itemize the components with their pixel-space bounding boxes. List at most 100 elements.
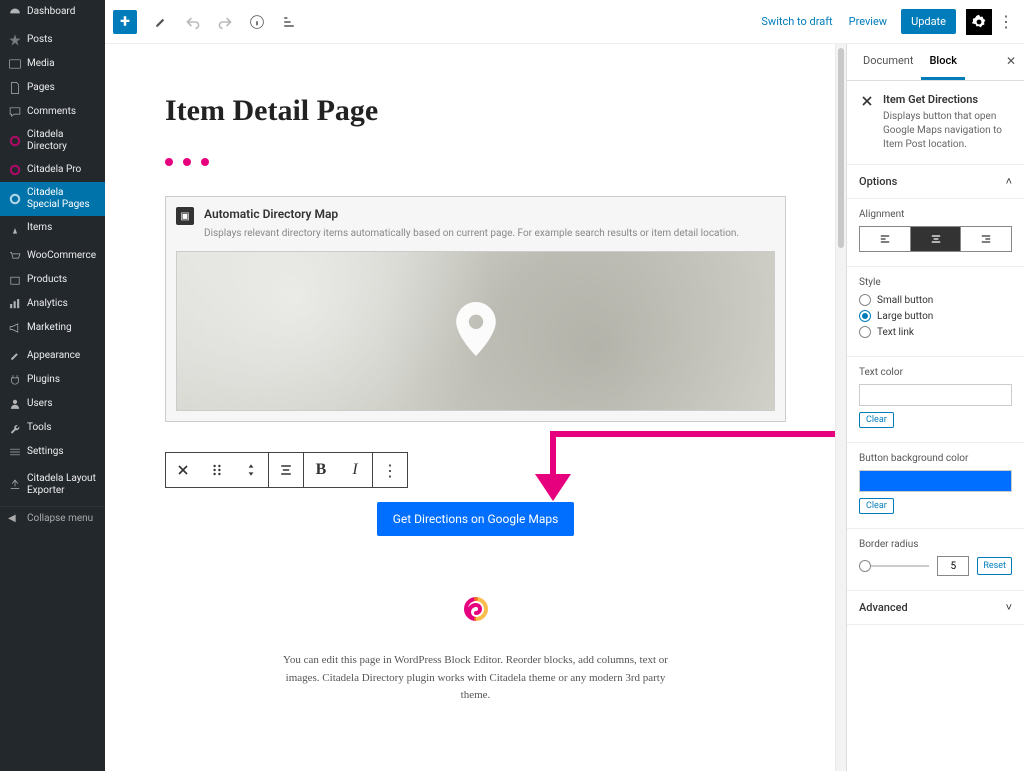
style-large-radio[interactable]: Large button	[859, 310, 1012, 322]
bg-color-field[interactable]	[859, 470, 1012, 492]
sidebar-item-layout-exporter[interactable]: Citadela Layout Exporter	[0, 468, 105, 502]
block-type-icon[interactable]	[166, 453, 200, 487]
align-icon[interactable]	[269, 453, 303, 487]
preview-button[interactable]: Preview	[849, 15, 887, 28]
dashboard-icon	[8, 5, 22, 19]
text-color-clear-button[interactable]: Clear	[859, 412, 894, 428]
redo-icon[interactable]	[215, 12, 235, 32]
swirl-icon	[8, 163, 22, 177]
text-color-field[interactable]	[859, 384, 1012, 406]
align-center-button[interactable]	[911, 227, 962, 251]
sidebar-item-label: Posts	[27, 34, 53, 46]
sidebar-item-label: WooCommerce	[27, 250, 96, 262]
page-icon	[8, 81, 22, 95]
close-inspector-button[interactable]: ✕	[1006, 54, 1016, 68]
swirl-icon	[8, 192, 22, 206]
footer-help-text: You can edit this page in WordPress Bloc…	[276, 652, 676, 705]
style-small-radio[interactable]: Small button	[859, 294, 1012, 306]
sidebar-item-label: Citadela Pro	[27, 164, 81, 176]
info-icon[interactable]	[247, 12, 267, 32]
edit-mode-icon[interactable]	[151, 12, 171, 32]
update-button[interactable]: Update	[901, 9, 956, 34]
sidebar-item-tools[interactable]: Tools	[0, 416, 105, 440]
bg-color-clear-button[interactable]: Clear	[859, 498, 894, 514]
chevron-up-icon: ˄	[1006, 175, 1012, 188]
align-right-button[interactable]	[961, 227, 1011, 251]
page-title[interactable]: Item Detail Page	[165, 94, 786, 128]
map-preview-image	[176, 251, 775, 411]
sidebar-item-citadela-special-pages[interactable]: Citadela Special Pages	[0, 182, 105, 216]
bg-color-label: Button background color	[859, 453, 1012, 464]
sidebar-item-woocommerce[interactable]: WooCommerce	[0, 244, 105, 268]
settings-toggle-button[interactable]	[966, 9, 992, 35]
sidebar-item-items[interactable]: Items	[0, 216, 105, 240]
pin-icon	[8, 33, 22, 47]
sidebar-item-pages[interactable]: Pages	[0, 76, 105, 100]
sidebar-item-label: Analytics	[27, 298, 68, 310]
sidebar-item-label: Products	[27, 274, 67, 286]
citadela-logo-icon	[463, 596, 489, 622]
advanced-label: Advanced	[859, 601, 908, 614]
editor-topbar: + Switch to draft Preview Update ⋮	[105, 0, 1024, 44]
switch-to-draft-button[interactable]: Switch to draft	[761, 15, 832, 28]
block-info-desc: Displays button that open Google Maps na…	[883, 110, 1012, 152]
chevron-down-icon: ˅	[1006, 601, 1012, 614]
canvas-scrollbar[interactable]	[835, 44, 846, 771]
sidebar-item-label: Settings	[27, 446, 64, 458]
undo-icon[interactable]	[183, 12, 203, 32]
get-directions-button[interactable]: Get Directions on Google Maps	[377, 502, 575, 536]
inspector-panel: Document Block ✕ Item Get Directions Dis…	[846, 44, 1024, 771]
border-radius-reset-button[interactable]: Reset	[977, 557, 1012, 575]
tab-block[interactable]: Block	[921, 44, 964, 80]
options-label: Options	[859, 175, 897, 188]
block-toolbar: B I ⋮	[165, 452, 408, 488]
pin-icon	[8, 221, 22, 235]
options-panel-header[interactable]: Options ˄	[847, 165, 1024, 199]
advanced-panel-header[interactable]: Advanced ˅	[847, 591, 1024, 625]
style-label: Style	[859, 277, 1012, 288]
sidebar-item-plugins[interactable]: Plugins	[0, 368, 105, 392]
drag-handle-icon[interactable]	[200, 453, 234, 487]
sidebar-item-citadela-directory[interactable]: Citadela Directory	[0, 124, 105, 158]
block-info-icon	[859, 93, 875, 152]
sidebar-item-posts[interactable]: Posts	[0, 28, 105, 52]
sidebar-item-analytics[interactable]: Analytics	[0, 292, 105, 316]
tab-document[interactable]: Document	[855, 44, 921, 80]
sidebar-item-appearance[interactable]: Appearance	[0, 344, 105, 368]
sidebar-item-settings[interactable]: Settings	[0, 440, 105, 464]
sidebar-item-label: Appearance	[27, 350, 80, 362]
sidebar-item-media[interactable]: Media	[0, 52, 105, 76]
sidebar-item-label: Media	[27, 58, 55, 70]
sidebar-item-dashboard[interactable]: Dashboard	[0, 0, 105, 24]
outline-icon[interactable]	[279, 12, 299, 32]
sidebar-item-label: Plugins	[27, 374, 60, 386]
plug-icon	[8, 373, 22, 387]
sidebar-item-products[interactable]: Products	[0, 268, 105, 292]
block-more-button[interactable]: ⋮	[373, 453, 407, 487]
separator-dots[interactable]	[165, 158, 786, 166]
sidebar-item-marketing[interactable]: Marketing	[0, 316, 105, 340]
align-left-button[interactable]	[860, 227, 911, 251]
brush-icon	[8, 349, 22, 363]
automatic-directory-map-block[interactable]: ▣ Automatic Directory Map Displays relev…	[165, 196, 786, 422]
move-up-down-icon[interactable]	[234, 453, 268, 487]
border-radius-input[interactable]	[937, 556, 969, 576]
sidebar-item-label: Comments	[27, 106, 76, 118]
add-block-button[interactable]: +	[113, 10, 137, 34]
box-icon	[8, 273, 22, 287]
border-radius-label: Border radius	[859, 539, 1012, 550]
border-radius-slider[interactable]	[859, 559, 929, 573]
sidebar-item-users[interactable]: Users	[0, 392, 105, 416]
admin-sidebar: Dashboard Posts Media Pages Comments Cit…	[0, 0, 105, 771]
italic-button[interactable]: I	[338, 453, 372, 487]
more-options-button[interactable]: ⋮	[996, 9, 1016, 35]
sidebar-item-citadela-pro[interactable]: Citadela Pro	[0, 158, 105, 182]
sliders-icon	[8, 445, 22, 459]
bold-button[interactable]: B	[304, 453, 338, 487]
sidebar-item-comments[interactable]: Comments	[0, 100, 105, 124]
map-block-title: Automatic Directory Map	[204, 207, 338, 221]
collapse-menu-button[interactable]: ◀Collapse menu	[0, 506, 105, 530]
media-icon	[8, 57, 22, 71]
style-textlink-radio[interactable]: Text link	[859, 326, 1012, 338]
sidebar-item-label: Tools	[27, 422, 51, 434]
